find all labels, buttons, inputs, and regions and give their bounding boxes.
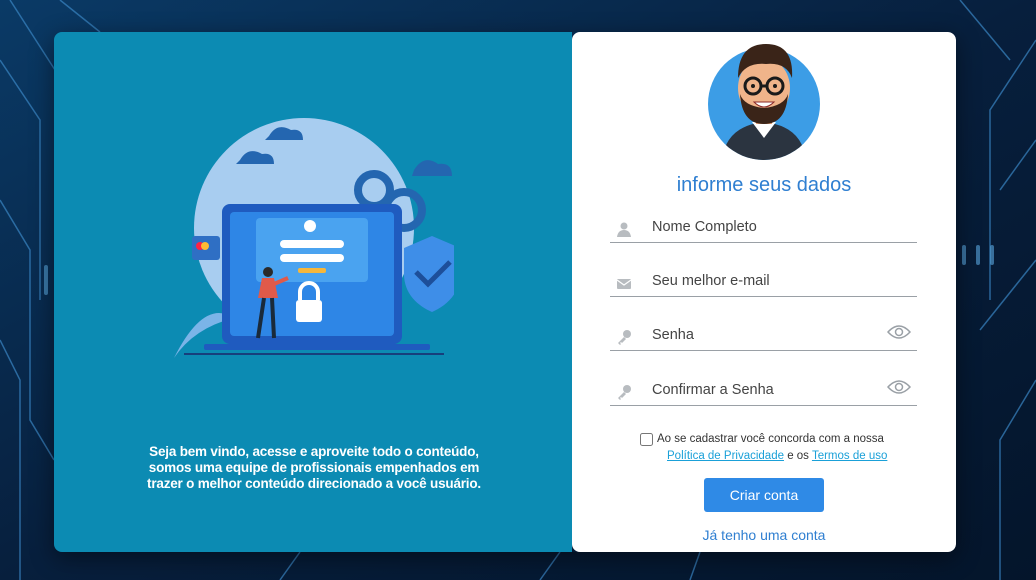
welcome-text: Seja bem vindo, acesse e aproveite todo …: [147, 444, 481, 491]
form-title: informe seus dados: [676, 174, 852, 196]
and-text: e os: [787, 450, 809, 462]
avatar: [708, 44, 820, 160]
password-input[interactable]: [652, 322, 872, 348]
confirm-password-input[interactable]: [652, 377, 872, 403]
login-illustration: [174, 118, 454, 358]
full-name-input[interactable]: [652, 214, 872, 240]
email-field: [610, 266, 917, 297]
signup-form: informe seus dados Nome Completo Seu mel…: [572, 32, 956, 552]
create-account-button[interactable]: Criar conta: [704, 478, 824, 512]
privacy-policy-link[interactable]: Política de Privacidade: [667, 450, 784, 462]
key-icon: [618, 385, 631, 400]
terms-of-use-link[interactable]: Termos de uso: [812, 450, 887, 462]
welcome-panel: Seja bem vindo, acesse e aproveite todo …: [54, 32, 572, 552]
eye-icon[interactable]: [887, 324, 911, 340]
terms-checkbox[interactable]: [640, 433, 653, 446]
signup-card: Seja bem vindo, acesse e aproveite todo …: [54, 32, 956, 552]
full-name-field: [610, 212, 917, 243]
password-field: [610, 320, 917, 351]
envelope-icon: [616, 279, 632, 289]
agree-links: Política de Privacidade e os Termos de u…: [667, 449, 887, 464]
agree-text: Ao se cadastrar você concorda com a noss…: [657, 433, 884, 445]
email-input[interactable]: [652, 268, 872, 294]
key-icon: [618, 330, 631, 345]
user-icon: [617, 222, 631, 237]
confirm-password-field: [610, 375, 917, 406]
eye-icon[interactable]: [887, 379, 911, 395]
login-link[interactable]: Já tenho uma conta: [572, 527, 956, 543]
